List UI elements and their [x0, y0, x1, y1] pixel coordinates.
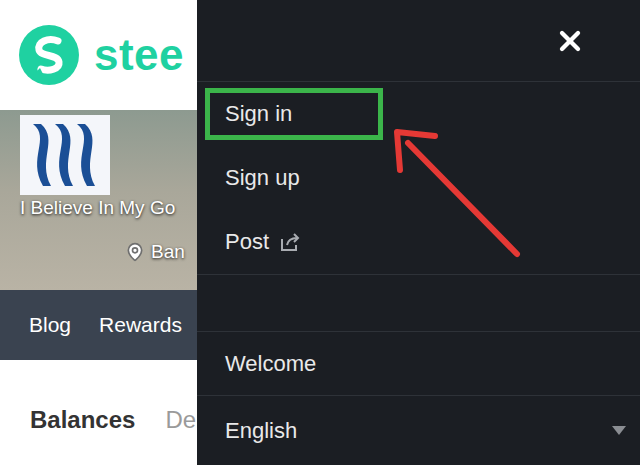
menu-item[interactable]: Post [205, 216, 306, 268]
menu-item[interactable]: Sign in [205, 88, 383, 140]
language-select[interactable]: English [197, 396, 640, 465]
steem-logo-icon [25, 118, 105, 192]
logo-text[interactable]: stee [94, 30, 184, 80]
location-pin-icon [125, 242, 145, 262]
profile-tab[interactable]: Rewards [99, 313, 182, 337]
close-icon [554, 25, 586, 57]
menu-row: Post [197, 210, 640, 274]
side-menu: Sign in Sign up Post Welcome English [197, 0, 640, 465]
screen: steeI Believe In My GoBanBlogRewardsBala… [0, 0, 640, 465]
menu-row: Sign up [197, 146, 640, 210]
location-text: Ban [151, 241, 185, 263]
language-label: English [225, 418, 297, 444]
close-button[interactable] [554, 25, 586, 57]
menu-item-label: Sign up [225, 165, 300, 191]
menu-top [197, 0, 640, 82]
wallet-tab[interactable]: Balances [30, 406, 135, 434]
menu-group: Welcome [197, 332, 640, 396]
menu-item-label: Sign in [225, 101, 292, 127]
menu-item[interactable]: Sign up [205, 152, 305, 204]
menu-spacer [197, 275, 640, 332]
annotation-arrow-icon [0, 0, 640, 465]
menu-row: Sign in [197, 82, 640, 146]
menu-row: Welcome [197, 332, 640, 395]
steemit-logo-icon [18, 24, 80, 86]
external-link-icon [279, 232, 301, 252]
profile-tab[interactable]: Blog [29, 313, 71, 337]
avatar[interactable] [20, 115, 110, 195]
welcome-text: Welcome [205, 351, 316, 377]
menu-item-label: Post [225, 229, 269, 255]
menu-group: Sign in Sign up Post [197, 82, 640, 275]
dropdown-arrow-icon [612, 426, 626, 435]
